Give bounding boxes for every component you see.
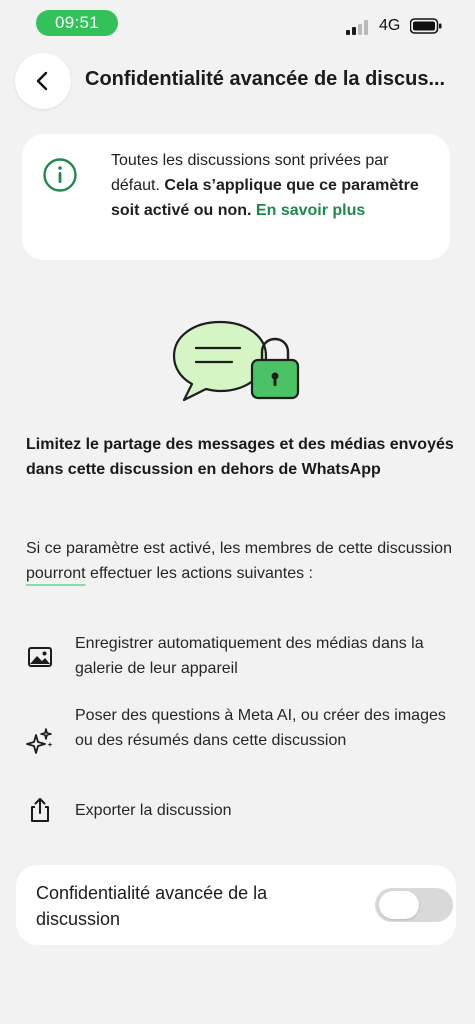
page-title: Confidentialité avancée de la discus... bbox=[85, 68, 446, 90]
status-bar: 09:51 4G bbox=[0, 0, 475, 48]
description: Si ce paramètre est activé, les membres … bbox=[26, 536, 456, 586]
battery-icon bbox=[410, 18, 442, 34]
toggle-knob bbox=[379, 891, 419, 919]
list-item-label: Poser des questions à Meta AI, ou créer … bbox=[75, 707, 446, 749]
section-heading: Limitez le partage des messages et des m… bbox=[26, 436, 454, 478]
list-item-label: Exporter la discussion bbox=[75, 802, 232, 819]
sparkle-icon bbox=[26, 728, 53, 754]
description-end: effectuer les actions suivantes : bbox=[85, 565, 313, 582]
image-icon bbox=[28, 647, 52, 667]
chat-lock-illustration bbox=[172, 320, 300, 402]
back-button[interactable] bbox=[15, 53, 71, 109]
info-icon bbox=[43, 158, 77, 192]
signal-icon bbox=[346, 19, 372, 35]
toggle-label: Confidentialité avancée de la discussion bbox=[36, 883, 268, 929]
learn-more-link[interactable]: En savoir plus bbox=[256, 202, 365, 219]
chevron-left-icon bbox=[36, 71, 48, 91]
privacy-toggle-switch[interactable] bbox=[375, 888, 453, 922]
description-start: Si ce paramètre est activé, les membres … bbox=[26, 540, 452, 557]
list-item-label: Enregistrer automatiquement des médias d… bbox=[75, 635, 424, 677]
status-time: 09:51 bbox=[36, 10, 118, 36]
info-text: Toutes les discussions sont privées par … bbox=[111, 148, 431, 223]
network-label: 4G bbox=[379, 17, 401, 34]
description-underlined: pourront bbox=[26, 565, 86, 582]
share-icon bbox=[31, 798, 49, 822]
header: Confidentialité avancée de la discus... bbox=[0, 52, 475, 109]
info-card: Toutes les discussions sont privées par … bbox=[22, 134, 450, 260]
privacy-toggle-row[interactable]: Confidentialité avancée de la discussion bbox=[16, 865, 456, 945]
